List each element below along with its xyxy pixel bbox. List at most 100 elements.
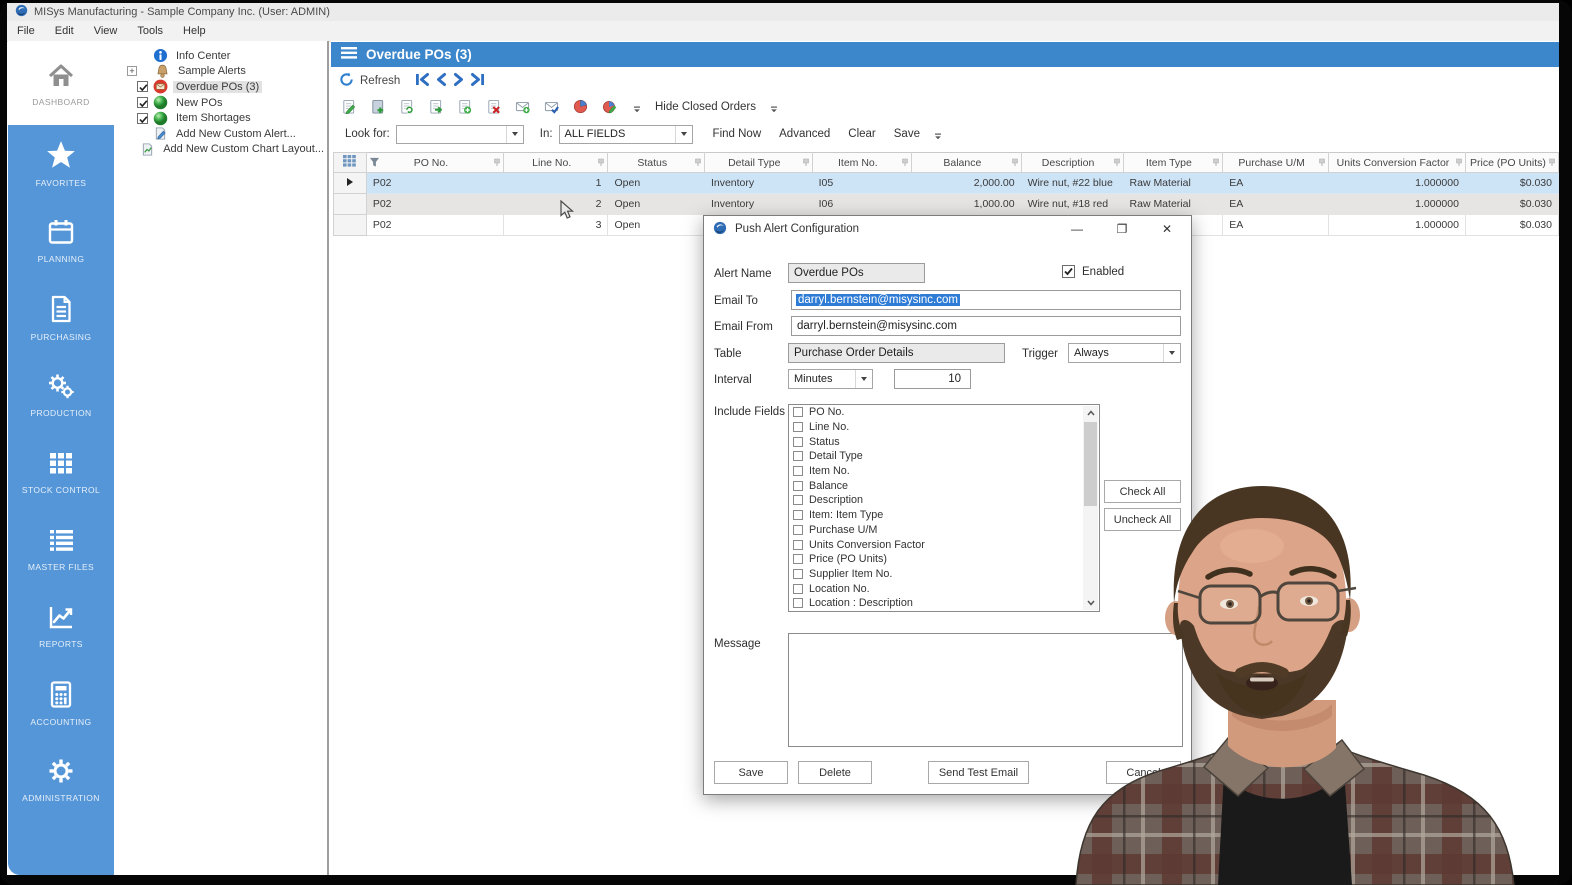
column-header-units-conversion-factor[interactable]: Units Conversion Factor — [1329, 153, 1466, 173]
tree-item-info-center[interactable]: Info Center — [114, 48, 327, 64]
field-checkbox[interactable] — [793, 540, 803, 550]
field-checkbox[interactable] — [793, 525, 803, 535]
pie-chart-icon[interactable] — [573, 99, 590, 116]
grid-cell[interactable]: 1.000000 — [1329, 194, 1466, 215]
field-checkbox[interactable] — [793, 481, 803, 491]
enabled-checkbox[interactable] — [1062, 265, 1075, 278]
include-field-option[interactable]: Price (PO Units) — [789, 552, 1099, 567]
chevron-down-icon[interactable] — [1163, 344, 1180, 362]
column-pin-icon[interactable] — [802, 158, 810, 170]
grid-cell[interactable]: 2,000.00 — [912, 173, 1021, 194]
column-pin-icon[interactable] — [1011, 158, 1019, 170]
next-record-icon[interactable] — [452, 72, 465, 90]
email-to-input[interactable]: darryl.bernstein@misysinc.com — [791, 290, 1181, 310]
grid-cell[interactable]: 1.000000 — [1329, 173, 1466, 194]
save-button[interactable]: Save — [714, 761, 788, 784]
sidebar-item-master-files[interactable]: MASTER FILES — [8, 510, 114, 587]
grid-cell[interactable]: I06 — [812, 194, 912, 215]
column-pin-icon[interactable] — [1113, 158, 1121, 170]
field-checkbox[interactable] — [793, 407, 803, 417]
field-checkbox[interactable] — [793, 569, 803, 579]
include-field-option[interactable]: Balance — [789, 478, 1099, 493]
column-pin-icon[interactable] — [597, 158, 605, 170]
interval-unit-select[interactable]: Minutes — [788, 369, 873, 389]
filter-icon[interactable] — [369, 157, 380, 171]
column-header-detail-type[interactable]: Detail Type — [704, 153, 812, 173]
grid-cell[interactable]: 1.000000 — [1329, 215, 1466, 236]
chevron-down-icon[interactable] — [506, 126, 523, 143]
field-checkbox[interactable] — [793, 510, 803, 520]
column-header-status[interactable]: Status — [608, 153, 704, 173]
clear-button[interactable]: Clear — [842, 128, 881, 140]
column-pin-icon[interactable] — [493, 158, 501, 170]
table-row[interactable]: P022OpenInventoryI061,000.00Wire nut, #1… — [334, 194, 1559, 215]
advanced-button[interactable]: Advanced — [773, 128, 836, 140]
chevron-down-icon[interactable] — [675, 126, 692, 143]
new-record-icon[interactable] — [370, 99, 387, 116]
hide-closed-orders-button[interactable]: Hide Closed Orders — [655, 101, 756, 113]
column-pin-icon[interactable] — [1212, 158, 1220, 170]
include-field-option[interactable]: Status — [789, 434, 1099, 449]
grid-cell[interactable]: 3 — [503, 215, 608, 236]
grid-cell[interactable]: 1 — [503, 173, 608, 194]
find-now-button[interactable]: Find Now — [707, 128, 768, 140]
grid-cell[interactable]: 1,000.00 — [912, 194, 1021, 215]
field-checkbox[interactable] — [793, 466, 803, 476]
include-field-option[interactable]: Supplier Item No. — [789, 567, 1099, 582]
grid-cell[interactable]: $0.030 — [1465, 173, 1558, 194]
tree-item-add-custom-chart[interactable]: Add New Custom Chart Layout... — [114, 142, 327, 158]
column-pin-icon[interactable] — [1548, 158, 1556, 170]
add-record-icon[interactable] — [457, 99, 474, 116]
save-search-button[interactable]: Save — [888, 128, 926, 140]
refresh-data-icon[interactable] — [399, 99, 416, 116]
send-test-email-button[interactable]: Send Test Email — [928, 761, 1029, 784]
column-header-purchase-u-m[interactable]: Purchase U/M — [1223, 153, 1329, 173]
sidebar-item-favorites[interactable]: FAVORITES — [8, 125, 114, 202]
alert-name-input[interactable] — [788, 263, 925, 283]
column-header-item-no-[interactable]: Item No. — [812, 153, 912, 173]
tree-checkbox[interactable] — [137, 113, 148, 124]
interval-value-input[interactable] — [894, 369, 971, 389]
grid-cell[interactable]: Open — [608, 215, 704, 236]
grid-cell[interactable]: Open — [608, 173, 704, 194]
email-from-input[interactable] — [791, 316, 1181, 336]
column-header-description[interactable]: Description — [1021, 153, 1123, 173]
edit-record-icon[interactable] — [341, 99, 358, 116]
chart-edit-icon[interactable] — [602, 99, 619, 116]
field-checkbox[interactable] — [793, 422, 803, 432]
column-header-item-type[interactable]: Item Type — [1123, 153, 1223, 173]
sidebar-item-dashboard[interactable]: DASHBOARD — [8, 41, 114, 125]
tree-item-sample-alerts[interactable]: +Sample Alerts — [114, 64, 327, 80]
grid-cell[interactable]: I05 — [812, 173, 912, 194]
delete-button[interactable]: Delete — [798, 761, 872, 784]
grid-cell[interactable]: P02 — [366, 194, 503, 215]
field-checkbox[interactable] — [793, 451, 803, 461]
toolbar-overflow-icon-2[interactable] — [770, 106, 778, 114]
table-input[interactable] — [788, 343, 1005, 363]
column-header-balance[interactable]: Balance — [912, 153, 1021, 173]
table-row[interactable]: P021OpenInventoryI052,000.00Wire nut, #2… — [334, 173, 1559, 194]
first-record-icon[interactable] — [414, 72, 431, 90]
grid-cell[interactable]: Raw Material — [1123, 173, 1223, 194]
search-overflow-icon[interactable] — [934, 133, 942, 141]
grid-cell[interactable]: Inventory — [704, 173, 812, 194]
column-header-price-po-units-[interactable]: Price (PO Units) — [1465, 153, 1558, 173]
last-record-icon[interactable] — [469, 72, 486, 90]
scroll-up-icon[interactable] — [1083, 406, 1098, 420]
field-checkbox[interactable] — [793, 437, 803, 447]
tree-expander-icon[interactable]: + — [127, 66, 137, 76]
menu-view[interactable]: View — [84, 23, 128, 39]
email-confirm-icon[interactable] — [544, 99, 561, 116]
field-checkbox[interactable] — [793, 598, 803, 608]
grid-cell[interactable]: $0.030 — [1465, 194, 1558, 215]
refresh-icon[interactable] — [339, 72, 354, 90]
grid-cell[interactable]: $0.030 — [1465, 215, 1558, 236]
tree-item-item-shortages[interactable]: Item Shortages — [114, 110, 327, 126]
refresh-label[interactable]: Refresh — [360, 75, 400, 87]
sidebar-item-accounting[interactable]: ACCOUNTING — [8, 664, 114, 741]
include-field-option[interactable]: Description — [789, 493, 1099, 508]
toolbar-overflow-icon[interactable] — [633, 106, 641, 114]
include-field-option[interactable]: Item: Item Type — [789, 508, 1099, 523]
grid-cell[interactable]: EA — [1223, 215, 1329, 236]
trigger-select[interactable]: Always — [1068, 343, 1181, 363]
